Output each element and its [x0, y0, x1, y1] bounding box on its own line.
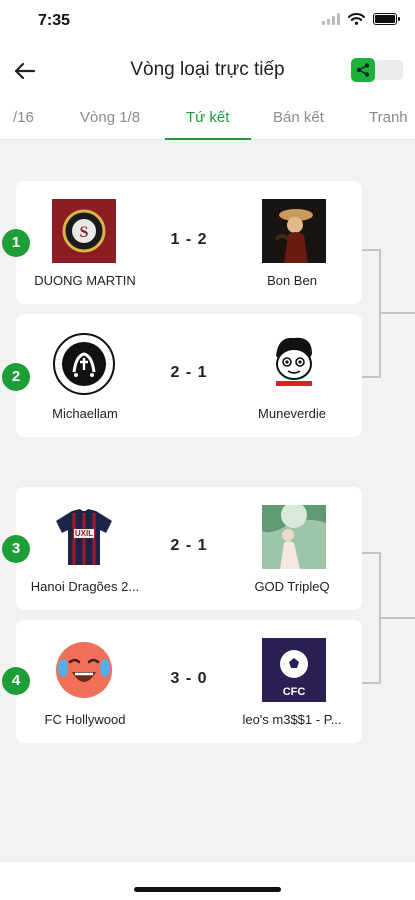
- status-time: 7:35: [38, 12, 71, 29]
- round-tabs: /16 Vòng 1/8 Tứ kết Bán kết Tranh: [0, 96, 415, 140]
- away-team-name: Bon Ben: [267, 273, 317, 288]
- tab-quarterfinal[interactable]: Tứ kết: [186, 109, 229, 126]
- person-photo-icon: [262, 505, 326, 569]
- player-photo-icon: [262, 199, 326, 263]
- chelsea-crest-icon: [52, 332, 116, 396]
- nav-bar: Vòng loại trực tiếp: [0, 44, 415, 96]
- match-card[interactable]: CFC 3 - 0 FC Hollywood leo's m3$$1 - P..…: [16, 620, 362, 743]
- bracket-connector: [362, 249, 415, 684]
- svg-text:CFC: CFC: [283, 686, 306, 698]
- active-tab-indicator: [165, 138, 251, 140]
- home-team-name: Hanoi Dragões 2...: [30, 579, 140, 594]
- away-team-name: GOD TripleQ: [254, 579, 330, 594]
- cartoon-face-icon: [262, 332, 326, 396]
- status-bar: 7:35: [0, 0, 415, 44]
- away-team-name: leo's m3$$1 - P...: [242, 712, 342, 727]
- match-number-badge: 1: [2, 229, 30, 257]
- home-team-name: Michaellam: [52, 406, 118, 421]
- sparta-crest-icon: S: [52, 199, 116, 263]
- match-score: 2 - 1: [170, 537, 208, 554]
- match-number-badge: 4: [2, 667, 30, 695]
- match-number-badge: 3: [2, 535, 30, 563]
- svg-text:UXIL: UXIL: [75, 529, 93, 538]
- match-score: 1 - 2: [170, 231, 208, 248]
- match-card[interactable]: 2 - 1 Michaellam Muneverdie: [16, 314, 362, 437]
- tab-semifinal[interactable]: Bán kết: [273, 109, 324, 126]
- signal-icon: [322, 13, 340, 25]
- match-number-badge: 2: [2, 363, 30, 391]
- match-score: 3 - 0: [170, 670, 208, 687]
- bottom-bar: [0, 862, 415, 900]
- tab-round-of-8[interactable]: Vòng 1/8: [80, 109, 140, 126]
- match-score: 2 - 1: [170, 364, 208, 381]
- laughing-emoji-icon: [52, 638, 116, 702]
- home-indicator[interactable]: [134, 887, 281, 892]
- match-card[interactable]: UXIL 2 - 1 Hanoi Dragões 2... GOD Triple…: [16, 487, 362, 610]
- tab-round-16[interactable]: /16: [13, 109, 34, 126]
- jersey-icon: UXIL: [52, 505, 116, 569]
- svg-text:S: S: [80, 224, 89, 241]
- home-team-name: FC Hollywood: [44, 712, 126, 727]
- cfc-soccer-ball-icon: CFC: [262, 638, 326, 702]
- home-team-name: DUONG MARTIN: [34, 273, 136, 288]
- match-card[interactable]: S 1 - 2 DUONG MARTIN Bon Ben: [16, 181, 362, 304]
- away-team-name: Muneverdie: [258, 406, 326, 421]
